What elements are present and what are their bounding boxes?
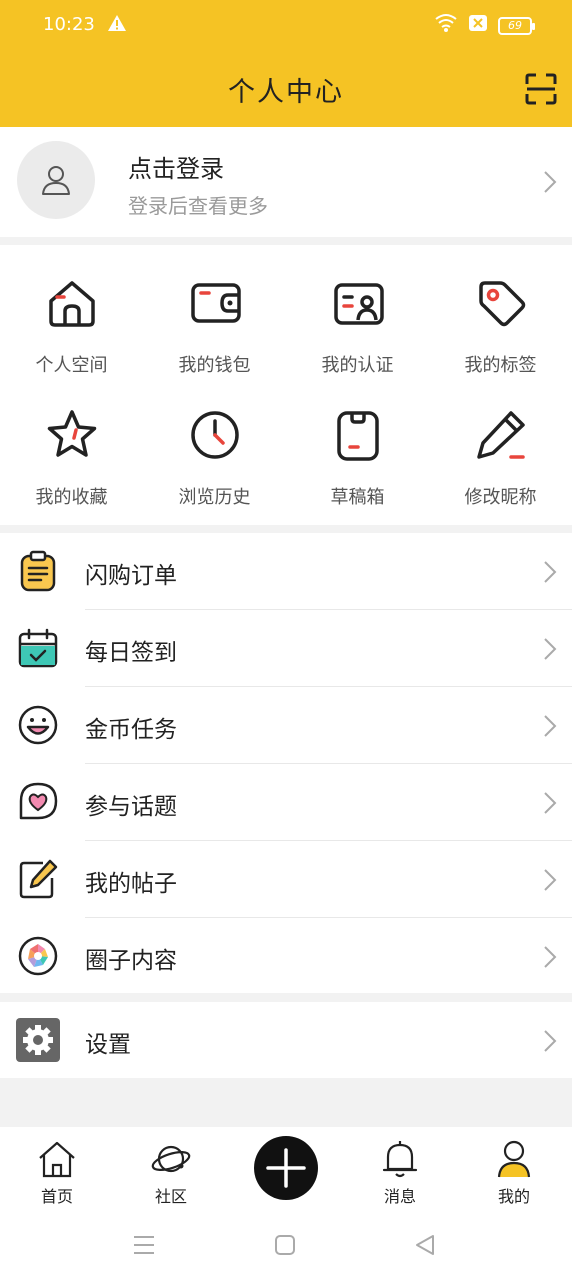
menu-item-topics[interactable]: 参与话题: [0, 764, 572, 841]
login-card[interactable]: 点击登录 登录后查看更多: [0, 127, 572, 237]
chevron-right-icon: [544, 946, 557, 968]
warning-icon: [107, 13, 127, 38]
menu-item-daily-checkin[interactable]: 每日签到: [0, 610, 572, 687]
grid-item-edit-nickname[interactable]: 修改昵称: [429, 377, 572, 509]
smiley-icon: [18, 705, 58, 745]
status-time: 10:23: [43, 14, 95, 35]
wallet-icon: [191, 283, 241, 323]
menu-item-circle-content[interactable]: 圈子内容: [0, 918, 572, 995]
grid-item-label: 我的认证: [321, 355, 394, 376]
id-card-icon: [334, 283, 384, 325]
menu-item-label: 每日签到: [85, 640, 177, 666]
grid-item-label: 我的钱包: [178, 355, 251, 376]
draft-icon: [337, 411, 379, 461]
menu-nav-icon[interactable]: [133, 1234, 155, 1256]
grid-item-tags[interactable]: 我的标签: [429, 245, 572, 377]
grid-item-label: 我的收藏: [35, 487, 108, 508]
tab-label: 社区: [154, 1187, 187, 1206]
grid-item-label: 修改昵称: [464, 487, 537, 508]
sim-off-icon: [468, 14, 488, 37]
page-title: 个人中心: [228, 77, 344, 108]
system-nav-bar: [0, 1211, 572, 1280]
user-placeholder-icon: [42, 166, 70, 195]
star-icon: [47, 410, 97, 457]
bell-icon: [382, 1141, 418, 1178]
scan-icon[interactable]: [524, 72, 558, 106]
chevron-right-icon: [544, 869, 557, 891]
tag-icon: [479, 281, 526, 327]
login-subtitle: 登录后查看更多: [128, 194, 268, 218]
feature-grid: 个人空间 我的钱包 我的认证 我的标签 我的收藏 浏览历史 草稿箱 修改昵称: [0, 245, 572, 525]
menu-item-settings[interactable]: 设置: [0, 1002, 572, 1078]
publish-button[interactable]: [254, 1136, 318, 1200]
user-tab-icon: [497, 1140, 531, 1178]
tab-label: 我的: [497, 1187, 530, 1206]
chevron-right-icon: [544, 1030, 557, 1052]
tab-community[interactable]: 社区: [114, 1127, 228, 1211]
menu-item-label: 金币任务: [85, 717, 177, 743]
avatar: [17, 141, 95, 219]
chevron-right-icon: [544, 638, 557, 660]
planet-icon: [151, 1145, 191, 1173]
tab-messages[interactable]: 消息: [343, 1127, 457, 1211]
menu-list: 闪购订单 每日签到 金币任务 参与话题 我的帖子 圈子内容: [0, 533, 572, 993]
edit-note-icon: [19, 859, 58, 899]
chevron-right-icon: [544, 792, 557, 814]
menu-item-my-posts[interactable]: 我的帖子: [0, 841, 572, 918]
tab-home[interactable]: 首页: [0, 1127, 114, 1211]
menu-item-label: 参与话题: [85, 794, 177, 820]
pen-icon: [477, 411, 525, 459]
wifi-icon: [434, 13, 458, 38]
home-icon: [49, 281, 95, 327]
grid-item-wallet[interactable]: 我的钱包: [143, 245, 286, 377]
back-nav-icon[interactable]: [414, 1234, 436, 1256]
grid-item-personal-space[interactable]: 个人空间: [0, 245, 143, 377]
grid-item-favorites[interactable]: 我的收藏: [0, 377, 143, 509]
grid-item-label: 草稿箱: [330, 487, 385, 508]
menu-item-coin-tasks[interactable]: 金币任务: [0, 687, 572, 764]
menu-item-label: 圈子内容: [85, 948, 177, 974]
menu-item-flash-orders[interactable]: 闪购订单: [0, 533, 572, 610]
status-bar: 10:23 69: [0, 0, 572, 52]
tab-mine[interactable]: 我的: [457, 1127, 571, 1211]
home-nav-icon[interactable]: [274, 1234, 296, 1256]
chevron-right-icon: [544, 715, 557, 737]
bottom-tab-bar: 首页 社区 消息 我的: [0, 1127, 572, 1211]
grid-item-label: 我的标签: [464, 355, 537, 376]
menu-item-label: 我的帖子: [85, 871, 177, 897]
gear-icon: [16, 1018, 60, 1062]
tab-label: 首页: [40, 1187, 73, 1206]
settings-label: 设置: [85, 1032, 131, 1058]
heart-bubble-icon: [19, 782, 58, 820]
grid-item-verification[interactable]: 我的认证: [286, 245, 429, 377]
login-title: 点击登录: [128, 155, 224, 183]
grid-item-history[interactable]: 浏览历史: [143, 377, 286, 509]
settings-row: 设置: [0, 1002, 572, 1078]
calendar-check-icon: [18, 628, 58, 668]
grid-item-drafts[interactable]: 草稿箱: [286, 377, 429, 509]
chevron-right-icon: [544, 171, 557, 193]
plus-icon: [266, 1148, 306, 1188]
clock-icon: [191, 411, 239, 459]
grid-item-label: 浏览历史: [178, 487, 251, 508]
app-header: 10:23 69 个人中心: [0, 0, 572, 127]
chevron-right-icon: [544, 561, 557, 583]
home-tab-icon: [39, 1141, 75, 1178]
grid-item-label: 个人空间: [35, 355, 108, 376]
tab-label: 消息: [383, 1187, 416, 1206]
battery-indicator: 69: [498, 16, 535, 35]
aperture-icon: [18, 936, 58, 976]
clipboard-icon: [20, 550, 56, 592]
menu-item-label: 闪购订单: [85, 563, 177, 589]
